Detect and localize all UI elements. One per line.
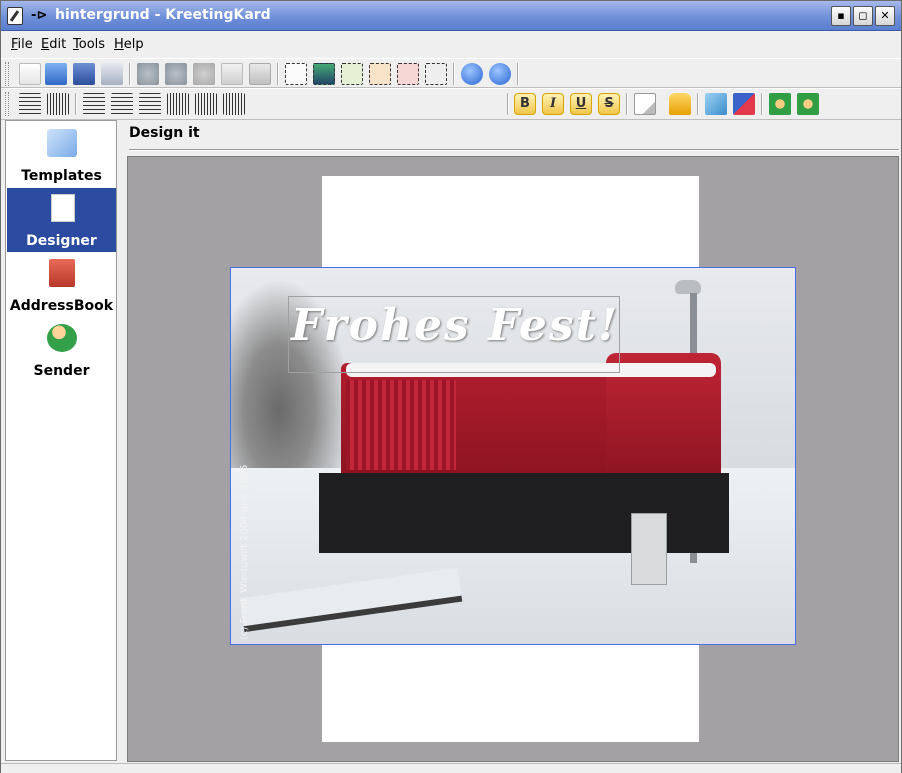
main-toolbar (1, 58, 901, 88)
send-backward-icon[interactable] (489, 63, 511, 85)
italic-button[interactable]: I (542, 93, 564, 115)
toolbar-grip[interactable] (5, 92, 9, 116)
close-button[interactable]: ✕ (875, 6, 895, 26)
sidebar: Templates Designer AddressBook Sender (5, 120, 117, 761)
design-canvas[interactable]: Frohes Fest! (c) Frank Wieduwilt 2004 un… (127, 156, 899, 762)
valign-center-icon[interactable] (195, 93, 217, 115)
photo-signal-box (631, 513, 667, 585)
add-contact-icon[interactable] (769, 93, 791, 115)
application-window: -⊳ hintergrund - KreetingKard ▪ ◻ ✕ File… (0, 0, 902, 773)
strikethrough-button[interactable]: S (598, 93, 620, 115)
minimize-button[interactable]: ▪ (831, 6, 851, 26)
card-photo[interactable]: Frohes Fest! (c) Frank Wieduwilt 2004 un… (230, 267, 796, 645)
toolbar-separator (697, 93, 699, 115)
insert-image-icon[interactable] (313, 63, 335, 85)
menu-bar: File Edit Tools Help (1, 32, 901, 58)
photo-locomotive-base (319, 473, 729, 553)
templates-icon (47, 129, 77, 157)
greeting-text[interactable]: Frohes Fest! (291, 300, 619, 351)
maximize-button[interactable]: ◻ (853, 6, 873, 26)
sidebar-item-designer[interactable]: Designer (7, 188, 116, 252)
app-icon[interactable] (7, 7, 23, 25)
bold-button[interactable]: B (514, 93, 536, 115)
underline-button[interactable]: U (570, 93, 592, 115)
paste-icon[interactable] (249, 63, 271, 85)
redo-icon[interactable] (165, 63, 187, 85)
toolbar-separator (626, 93, 628, 115)
pin-icon[interactable]: -⊳ (31, 8, 47, 23)
toolbar-separator (129, 63, 131, 85)
sidebar-item-label: Designer (26, 233, 97, 249)
insert-clipart-icon[interactable] (369, 63, 391, 85)
note-icon[interactable] (634, 93, 656, 115)
title-bar[interactable]: -⊳ hintergrund - KreetingKard ▪ ◻ ✕ (1, 1, 901, 31)
undo-icon[interactable] (137, 63, 159, 85)
align-justify-icon[interactable] (167, 93, 189, 115)
align-left-icon[interactable] (83, 93, 105, 115)
window-title: hintergrund - KreetingKard (55, 7, 271, 23)
addressbook-icon (49, 259, 75, 287)
status-bar (1, 763, 901, 773)
align-center-icon[interactable] (111, 93, 133, 115)
eraser-icon[interactable] (733, 93, 755, 115)
sidebar-item-templates[interactable]: Templates (7, 123, 116, 187)
sidebar-item-addressbook[interactable]: AddressBook (7, 253, 116, 317)
copy-icon[interactable] (221, 63, 243, 85)
valign-bottom-icon[interactable] (223, 93, 245, 115)
toolbar-separator (453, 63, 455, 85)
menu-file[interactable]: File (11, 37, 33, 52)
sidebar-item-label: AddressBook (9, 298, 114, 314)
format-toolbar: 6 B I U S (1, 88, 901, 204)
insert-textbox-icon[interactable] (397, 63, 419, 85)
color-fill-icon[interactable] (705, 93, 727, 115)
sidebar-item-sender[interactable]: Sender (7, 318, 116, 382)
sender-icon (47, 324, 77, 352)
designer-icon (51, 194, 75, 222)
photo-lamp (675, 280, 701, 294)
print-icon[interactable] (101, 63, 123, 85)
menu-tools[interactable]: Tools (73, 37, 105, 52)
sidebar-item-label: Templates (21, 168, 102, 184)
toolbar-separator (75, 93, 77, 115)
lock-icon[interactable] (669, 93, 691, 115)
align-top-icon[interactable] (19, 93, 41, 115)
toolbar-separator (277, 63, 279, 85)
open-folder-icon[interactable] (45, 63, 67, 85)
cut-icon[interactable] (193, 63, 215, 85)
insert-frame-icon[interactable] (341, 63, 363, 85)
toolbar-separator (507, 93, 509, 115)
sidebar-item-label: Sender (33, 363, 90, 379)
toolbar-grip[interactable] (5, 62, 9, 86)
align-middle-icon[interactable] (47, 93, 69, 115)
bring-forward-icon[interactable] (461, 63, 483, 85)
toolbar-separator (761, 93, 763, 115)
menu-help[interactable]: Help (114, 37, 144, 52)
menu-edit[interactable]: Edit (41, 37, 66, 52)
save-icon[interactable] (73, 63, 95, 85)
align-right-icon[interactable] (139, 93, 161, 115)
divider (129, 149, 899, 151)
toolbar-separator (517, 63, 519, 85)
page-title: Design it (129, 125, 200, 141)
delete-element-icon[interactable] (425, 63, 447, 85)
photo-locomotive-grill (346, 380, 456, 470)
add-sender-icon[interactable] (797, 93, 819, 115)
new-document-icon[interactable] (19, 63, 41, 85)
photo-credit: (c) Frank Wieduwilt 2004 und 2005 (239, 464, 250, 640)
insert-text-icon[interactable] (285, 63, 307, 85)
